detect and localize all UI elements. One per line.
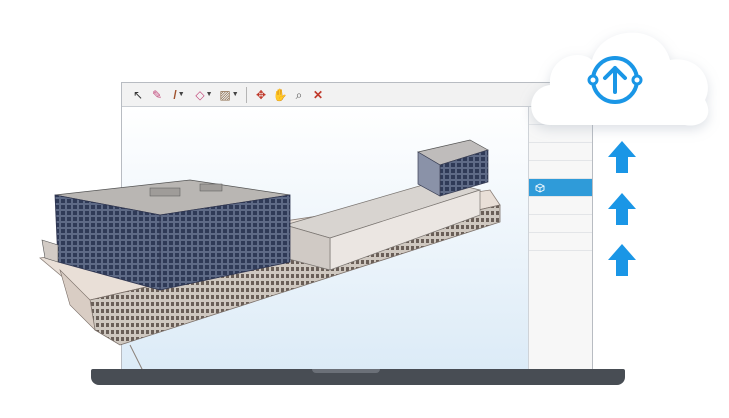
panel-row[interactable] xyxy=(529,161,592,179)
paint-tool-icon[interactable]: ▨ ▼ xyxy=(218,87,240,103)
cloud-upload-icon xyxy=(531,32,709,126)
panel-row[interactable] xyxy=(529,143,592,161)
pencil-tool-icon[interactable]: / ▼ xyxy=(168,87,190,103)
panel-row[interactable] xyxy=(529,197,592,215)
chevron-down-icon[interactable]: ▼ xyxy=(206,87,213,103)
panel-row[interactable] xyxy=(529,215,592,233)
zoom-tool-icon[interactable]: ⌕ xyxy=(291,87,307,103)
toolbar-divider xyxy=(246,86,247,103)
panel-row-selected[interactable] xyxy=(529,179,592,197)
shape-tool-icon[interactable]: ◇ ▼ xyxy=(193,87,215,103)
upload-arrow-icon xyxy=(608,141,636,173)
side-panel xyxy=(528,107,592,369)
chevron-down-icon[interactable]: ▼ xyxy=(178,87,185,103)
select-tool-icon[interactable]: ↖ xyxy=(130,87,146,103)
eraser-tool-icon[interactable]: ✎ xyxy=(149,87,165,103)
panel-row[interactable] xyxy=(529,233,592,251)
orbit-tool-icon[interactable]: ✥ xyxy=(253,87,269,103)
upload-arrow-icon xyxy=(608,244,636,276)
cube-icon xyxy=(535,182,545,193)
pan-tool-icon[interactable]: ✋ xyxy=(272,87,288,103)
zoom-extents-tool-icon[interactable]: ✕ xyxy=(310,87,326,103)
laptop-notch xyxy=(312,369,380,373)
chevron-down-icon[interactable]: ▼ xyxy=(232,87,239,103)
upload-arrow-icon xyxy=(608,193,636,225)
3d-viewport[interactable] xyxy=(122,107,528,369)
